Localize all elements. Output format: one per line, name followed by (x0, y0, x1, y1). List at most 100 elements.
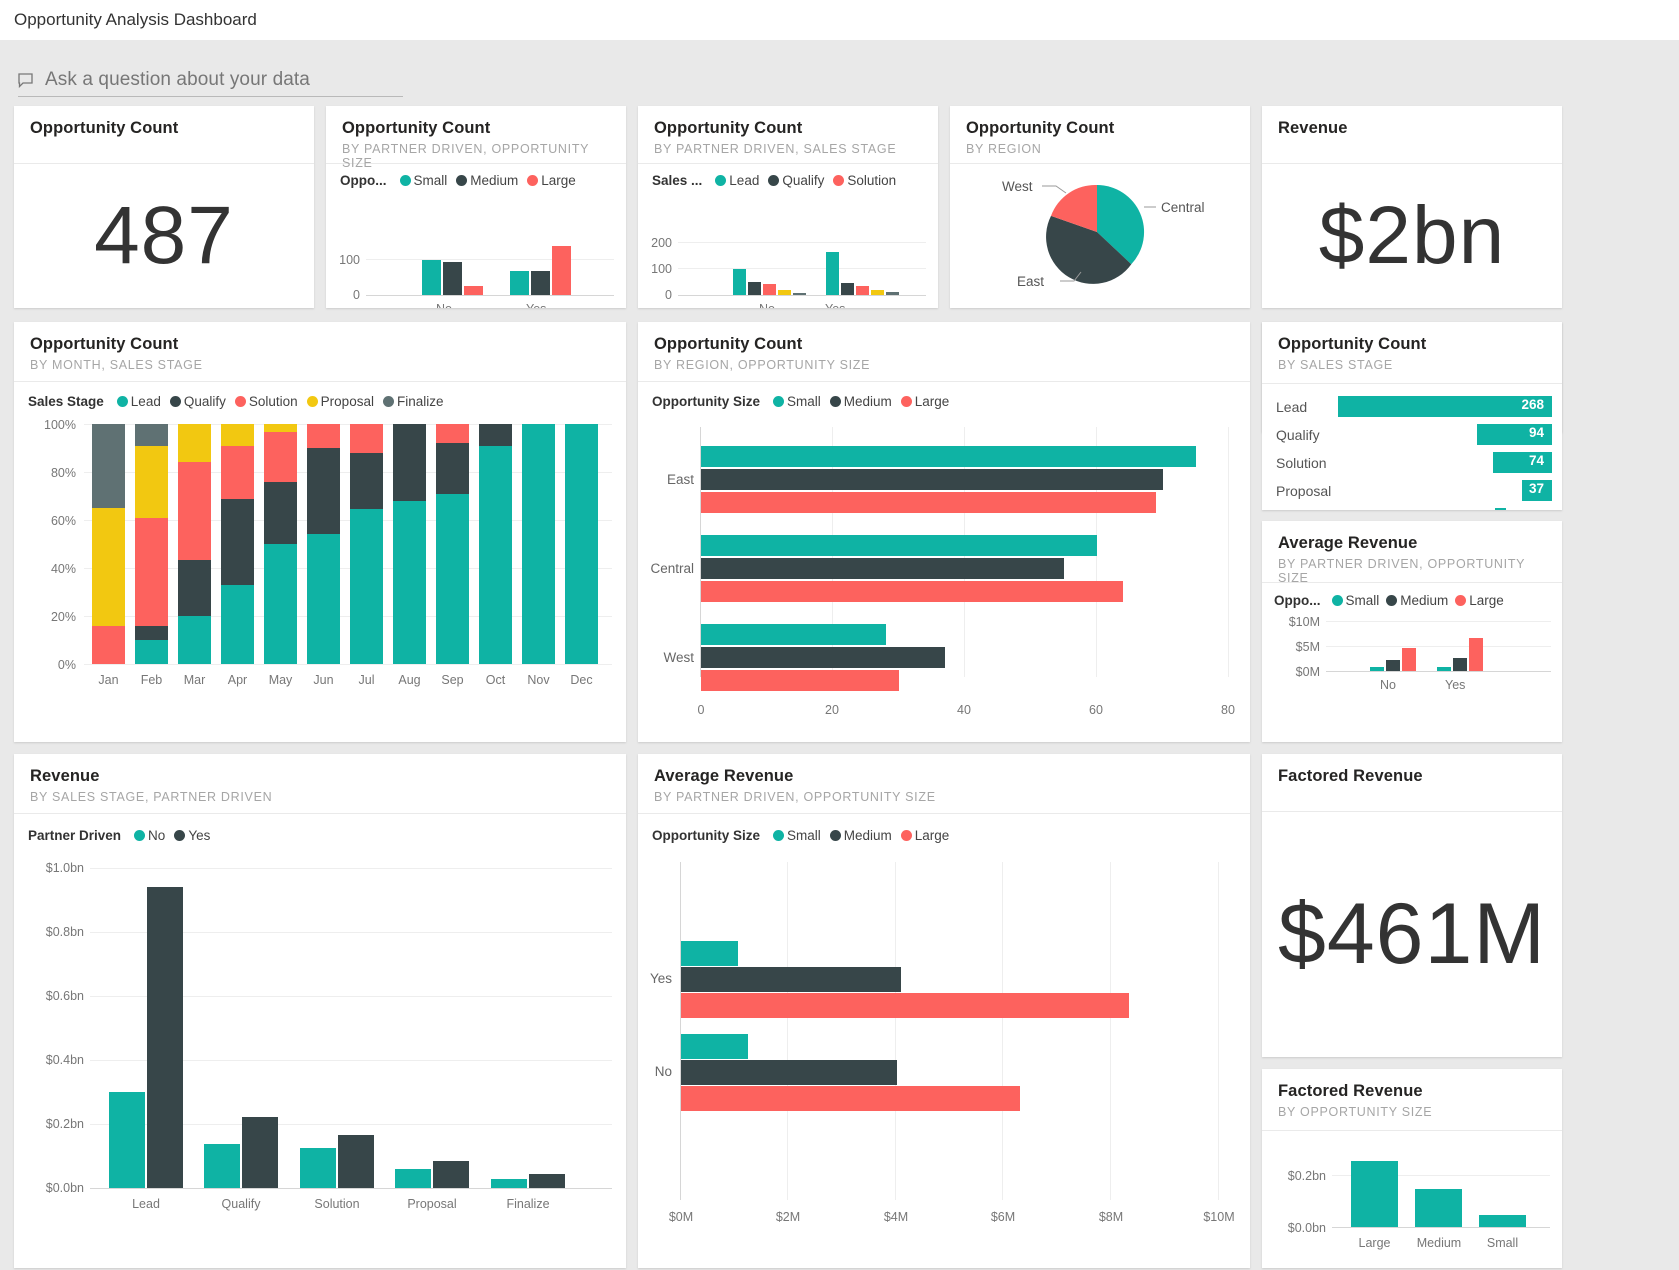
stack-may-solution[interactable] (264, 432, 297, 482)
stack-jun-lead[interactable] (307, 534, 340, 664)
bar-yes-large[interactable] (1469, 638, 1483, 671)
stack-feb-lead[interactable] (135, 640, 168, 664)
row-bar[interactable] (1338, 396, 1552, 417)
legend-item-large[interactable]: Large (1455, 593, 1504, 608)
bar-west-large[interactable] (701, 670, 899, 691)
legend-item-small[interactable]: Small (773, 828, 821, 843)
tile-count-by-region-pie[interactable]: Opportunity Count BY REGION Central East… (950, 106, 1250, 308)
stack-mar-qualify[interactable] (178, 560, 211, 616)
tile-count-by-sales-stage-body[interactable]: Opportunity Count BY SALES STAGE Lead 26… (1262, 322, 1562, 510)
list-item[interactable]: Finalize 14 (1276, 508, 1552, 510)
tile-avg-revenue-mini[interactable]: Average Revenue BY PARTNER DRIVEN, OPPOR… (1262, 521, 1562, 742)
stack-jun-qualify[interactable] (307, 448, 340, 534)
legend-opportunity-size[interactable]: Oppo... Small Medium Large (1274, 593, 1504, 608)
bar-yes-lead[interactable] (826, 252, 839, 295)
list-item[interactable]: Solution 74 (1276, 452, 1552, 473)
tile-count-by-partner-size[interactable]: Opportunity Count BY PARTNER DRIVEN, OPP… (326, 106, 626, 308)
pie-chart[interactable] (950, 164, 1250, 307)
legend-opportunity-size[interactable]: Opportunity Size Small Medium Large (652, 828, 949, 843)
bar-small[interactable] (1479, 1215, 1526, 1227)
legend-item-medium[interactable]: Medium (456, 173, 518, 188)
legend-item-proposal[interactable]: Proposal (307, 394, 374, 409)
bar-east-large[interactable] (701, 492, 1156, 513)
bar-yes-proposal[interactable] (871, 290, 884, 295)
legend-item-small[interactable]: Small (773, 394, 821, 409)
bar-yes-finalize[interactable] (886, 292, 899, 295)
legend-item-no[interactable]: No (134, 828, 165, 843)
bar-central-small[interactable] (701, 535, 1097, 556)
bar-no-large[interactable] (1402, 648, 1416, 671)
stack-oct-qualify[interactable] (479, 424, 512, 446)
tile-count-by-partner-stage[interactable]: Opportunity Count BY PARTNER DRIVEN, SAL… (638, 106, 938, 308)
bar-finalize-no[interactable] (491, 1179, 527, 1188)
stack-feb-solution[interactable] (135, 518, 168, 626)
bar-west-medium[interactable] (701, 647, 945, 668)
bar-yes-large[interactable] (681, 993, 1129, 1018)
bar-east-small[interactable] (701, 446, 1196, 467)
stack-oct-lead[interactable] (479, 446, 512, 664)
bar-no-small[interactable] (681, 1034, 748, 1059)
legend-item-qualify[interactable]: Qualify (768, 173, 824, 188)
row-bar[interactable] (1495, 508, 1506, 510)
stack-feb-proposal[interactable] (135, 446, 168, 518)
bar-proposal-yes[interactable] (433, 1161, 469, 1188)
bar-central-large[interactable] (701, 581, 1123, 602)
tile-revenue-card[interactable]: Revenue $2bn (1262, 106, 1562, 308)
bar-east-medium[interactable] (701, 469, 1163, 490)
stack-jun-solution[interactable] (307, 424, 340, 448)
tile-revenue-stage-partner[interactable]: Revenue BY SALES STAGE, PARTNER DRIVEN P… (14, 754, 626, 1268)
stack-feb-finalize[interactable] (135, 424, 168, 446)
bar-yes-medium[interactable] (531, 271, 550, 295)
tile-factored-revenue-card[interactable]: Factored Revenue $461M (1262, 754, 1562, 1057)
stack-jul-solution[interactable] (350, 424, 383, 453)
stack-nov-lead[interactable] (522, 424, 555, 664)
stack-jan-finalize[interactable] (92, 424, 125, 508)
bar-no-finalize[interactable] (793, 293, 806, 295)
bar-medium[interactable] (1415, 1189, 1462, 1227)
stack-feb-qualify[interactable] (135, 626, 168, 640)
bar-large[interactable] (1351, 1161, 1398, 1227)
list-item[interactable]: Proposal 37 (1276, 480, 1552, 501)
bar-no-large[interactable] (681, 1086, 1020, 1111)
stack-dec-lead[interactable] (565, 424, 598, 664)
list-item[interactable]: Lead 268 (1276, 396, 1552, 417)
legend-item-small[interactable]: Small (1332, 593, 1380, 608)
legend-item-lead[interactable]: Lead (715, 173, 759, 188)
legend-sales-stage[interactable]: Sales ... Lead Qualify Solution (652, 173, 896, 188)
legend-partner-driven[interactable]: Partner Driven No Yes (28, 828, 210, 843)
tile-factored-revenue-by-size[interactable]: Factored Revenue BY OPPORTUNITY SIZE $0.… (1262, 1069, 1562, 1268)
bar-central-medium[interactable] (701, 558, 1064, 579)
stack-may-lead[interactable] (264, 544, 297, 664)
stack-sep-solution[interactable] (436, 424, 469, 443)
legend-item-large[interactable]: Large (527, 173, 576, 188)
bar-no-medium[interactable] (443, 262, 462, 295)
stack-mar-lead[interactable] (178, 616, 211, 664)
legend-item-lead[interactable]: Lead (117, 394, 161, 409)
legend-item-medium[interactable]: Medium (1386, 593, 1448, 608)
stack-sep-lead[interactable] (436, 494, 469, 664)
bar-no-medium[interactable] (681, 1060, 897, 1085)
bar-yes-small[interactable] (681, 941, 738, 966)
legend-item-large[interactable]: Large (901, 394, 950, 409)
legend-opportunity-size[interactable]: Opportunity Size Small Medium Large (652, 394, 949, 409)
legend-opportunity-size[interactable]: Oppo... Small Medium Large (340, 173, 576, 188)
bar-lead-no[interactable] (109, 1092, 145, 1188)
legend-item-finalize[interactable]: Finalize (383, 394, 444, 409)
bar-west-small[interactable] (701, 624, 886, 645)
bar-no-lead[interactable] (733, 269, 746, 295)
bar-solution-yes[interactable] (338, 1135, 374, 1188)
bar-solution-no[interactable] (300, 1148, 336, 1188)
stack-jul-lead[interactable] (350, 509, 383, 664)
qna-search-box[interactable]: Ask a question about your data (18, 69, 403, 97)
stack-sep-qualify[interactable] (436, 443, 469, 494)
bar-no-proposal[interactable] (778, 290, 791, 295)
bar-proposal-no[interactable] (395, 1169, 431, 1188)
bar-no-large[interactable] (464, 286, 483, 295)
bar-yes-medium[interactable] (681, 967, 901, 992)
bar-yes-medium[interactable] (1453, 658, 1467, 671)
bar-yes-large[interactable] (552, 246, 571, 295)
bar-qualify-yes[interactable] (242, 1117, 278, 1188)
legend-item-solution[interactable]: Solution (833, 173, 896, 188)
stack-apr-solution[interactable] (221, 446, 254, 499)
stack-jan-proposal[interactable] (92, 508, 125, 626)
